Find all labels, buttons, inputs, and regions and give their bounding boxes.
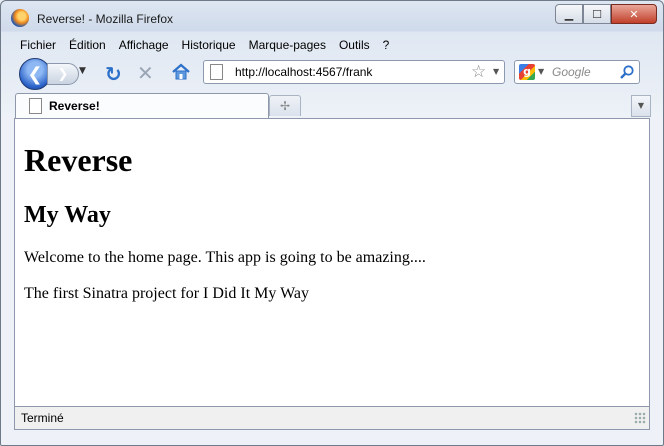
menu-item-affichage[interactable]: Affichage [112, 38, 175, 56]
window-title: Reverse! - Mozilla Firefox [37, 12, 174, 26]
tab-bar: Reverse! ✢ ▼ [13, 91, 653, 118]
close-button[interactable]: ✕ [611, 4, 657, 24]
menu-item-fichier[interactable]: Fichier [13, 38, 62, 56]
tab-page-icon [29, 98, 42, 114]
history-dropdown-icon[interactable]: ▼ [79, 66, 86, 76]
menu-item-edition[interactable]: Édition [62, 38, 112, 56]
page-heading: Reverse [24, 142, 133, 178]
maximize-button[interactable]: ☐ [583, 4, 611, 24]
tab-label: Reverse! [49, 99, 100, 113]
tab-list-button[interactable]: ▼ [631, 95, 651, 117]
navigation-toolbar: ❮ ❯ ▼ ↻ ✕ http://localhost:4567/frank ☆ … [13, 57, 653, 90]
menu-bar: Fichier Édition Affichage Historique Mar… [13, 38, 395, 56]
tab-reverse[interactable]: Reverse! [15, 93, 269, 118]
welcome-paragraph: Welcome to the home page. This app is go… [24, 249, 426, 266]
search-icon[interactable] [619, 64, 635, 80]
stop-icon[interactable]: ✕ [137, 61, 154, 85]
reload-icon[interactable]: ↻ [105, 62, 122, 86]
forward-arrow-icon: ❯ [57, 66, 69, 82]
window-controls: ▁ ☐ ✕ [555, 4, 657, 24]
menu-item-historique[interactable]: Historique [175, 38, 242, 56]
menu-item-help[interactable]: ? [376, 38, 396, 56]
status-text: Terminé [21, 411, 64, 425]
minimize-button[interactable]: ▁ [555, 4, 583, 24]
url-bar[interactable]: http://localhost:4567/frank ☆ ▼ [203, 60, 505, 84]
search-box[interactable]: g ▼ Google [514, 60, 640, 84]
title-bar[interactable]: Reverse! - Mozilla Firefox ▁ ☐ ✕ [1, 1, 663, 35]
bookmark-star-icon[interactable]: ☆ [471, 62, 486, 82]
project-paragraph: The first Sinatra project for I Did It M… [24, 285, 310, 302]
url-input[interactable]: http://localhost:4567/frank [235, 65, 372, 79]
forward-button[interactable]: ❯ [47, 63, 79, 85]
menu-item-marque-pages[interactable]: Marque-pages [242, 38, 332, 56]
page-subheading: My Way [24, 202, 111, 228]
google-engine-icon[interactable]: g [519, 64, 535, 80]
url-dropdown-icon[interactable]: ▼ [493, 67, 499, 76]
engine-dropdown-icon[interactable]: ▼ [538, 67, 544, 76]
back-arrow-icon: ❮ [27, 63, 43, 85]
menu-item-outils[interactable]: Outils [332, 38, 376, 56]
status-bar: Terminé [14, 406, 650, 430]
browser-window: Reverse! - Mozilla Firefox ▁ ☐ ✕ Fichier… [0, 0, 664, 446]
page-content: Reverse My Way Welcome to the home page.… [14, 118, 650, 407]
firefox-logo-icon [11, 9, 29, 27]
search-input[interactable]: Google [552, 65, 591, 79]
new-tab-button[interactable]: ✢ [269, 95, 301, 116]
page-icon [210, 64, 223, 80]
resize-grip-icon[interactable] [634, 412, 646, 424]
home-icon[interactable] [171, 62, 191, 82]
